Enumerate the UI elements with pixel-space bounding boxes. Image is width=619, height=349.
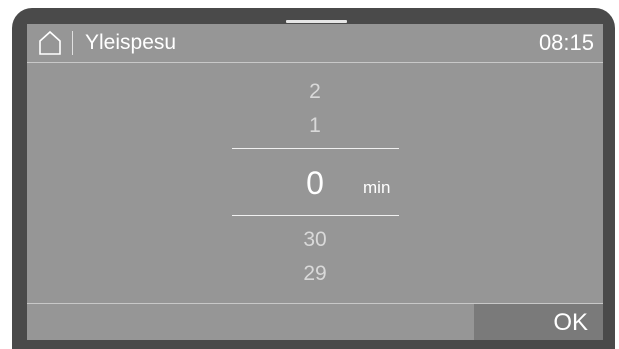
ok-button[interactable]: OK [474, 304, 603, 340]
picker-selected-value[interactable]: 0 [285, 165, 345, 201]
top-indicator [286, 20, 347, 23]
picker-unit-label: min [363, 178, 391, 197]
header-divider [72, 31, 73, 55]
picker-option[interactable]: 30 [285, 228, 345, 252]
home-icon[interactable] [37, 30, 63, 56]
picker-option[interactable]: 2 [285, 80, 345, 104]
header-bar: Yleispesu 08:15 [27, 24, 603, 63]
clock-time: 08:15 [538, 30, 594, 55]
selection-line-top [232, 148, 399, 149]
ok-button-label: OK [553, 309, 588, 336]
selection-line-bottom [232, 215, 399, 216]
picker-option[interactable]: 29 [285, 262, 345, 286]
program-title: Yleispesu [85, 31, 177, 54]
picker-option[interactable]: 1 [285, 114, 345, 138]
display-screen: Yleispesu 08:15 2 1 0 min 30 29 OK [27, 24, 603, 340]
